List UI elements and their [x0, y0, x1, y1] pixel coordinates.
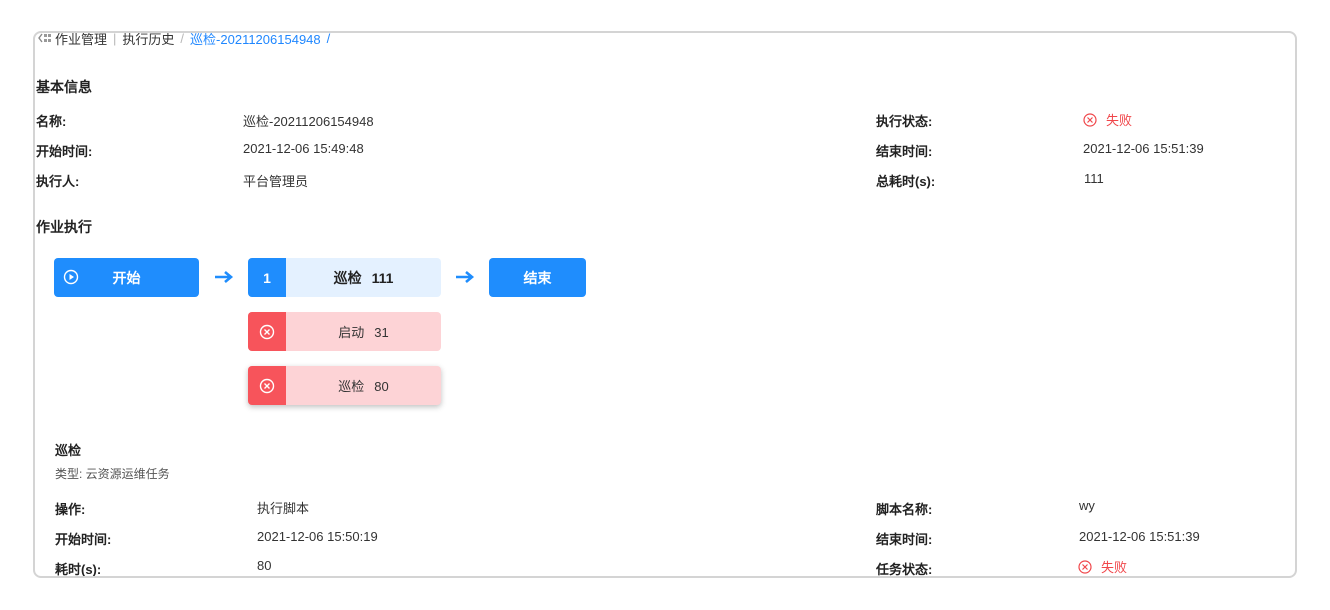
breadcrumb-execution-history[interactable]: 执行历史	[122, 33, 174, 48]
subtask-label: 启动 31	[286, 322, 441, 341]
subtask-label: 巡检 80	[286, 376, 441, 395]
back-grid-icon[interactable]	[38, 33, 52, 44]
operation-label: 操作:	[55, 502, 86, 517]
fail-circle-icon	[1078, 559, 1092, 574]
detail-start-label: 开始时间:	[55, 532, 112, 547]
job-execution-title: 作业执行	[36, 219, 92, 235]
task-name: 巡检	[333, 269, 362, 286]
subtask-node-startup[interactable]: 启动 31	[248, 312, 441, 351]
subtask-name: 巡检	[338, 379, 365, 394]
task-status-label: 任务状态:	[876, 562, 933, 577]
flow-task-node[interactable]: 1 巡检 111	[248, 258, 441, 297]
total-duration-label: 总耗时(s):	[876, 174, 936, 189]
task-time: 111	[371, 269, 394, 286]
subtask-node-inspection[interactable]: 巡检 80	[248, 366, 441, 405]
flow-start-label: 开始	[112, 269, 141, 286]
task-status-value: 失败	[1101, 560, 1128, 575]
fail-circle-icon	[248, 366, 286, 405]
job-history-detail-card: 作业管理 | 执行历史 / 巡检-20211206154948 / 基本信息 名…	[33, 31, 1297, 578]
exec-status-value: 失败	[1106, 113, 1133, 128]
executor-label: 执行人:	[36, 174, 80, 189]
detail-end-label: 结束时间:	[876, 532, 933, 547]
subtask-name: 启动	[338, 325, 365, 340]
flow-start-node[interactable]: 开始	[54, 258, 199, 297]
breadcrumb-slash: /	[180, 31, 185, 46]
detail-end-value: 2021-12-06 15:51:39	[1079, 529, 1200, 544]
exec-status-badge: 失败	[1083, 110, 1132, 129]
total-duration-value: 111	[1084, 171, 1104, 186]
flow-end-node[interactable]: 结束	[489, 258, 586, 297]
detail-duration-label: 耗时(s):	[55, 562, 102, 577]
fail-circle-icon	[248, 312, 286, 351]
breadcrumb-current[interactable]: 巡检-20211206154948	[190, 33, 321, 48]
detail-duration-value: 80	[257, 558, 272, 573]
start-time-label: 开始时间:	[36, 144, 93, 159]
breadcrumb: 作业管理 | 执行历史 / 巡检-20211206154948 /	[38, 31, 336, 48]
subtask-time: 31	[374, 325, 389, 340]
task-status-badge: 失败	[1078, 557, 1127, 576]
exec-status-label: 执行状态:	[876, 114, 933, 129]
script-name-value: wy	[1079, 498, 1095, 513]
name-label: 名称:	[36, 114, 67, 129]
arrow-right-icon	[215, 271, 234, 283]
end-time-value: 2021-12-06 15:51:39	[1083, 141, 1204, 156]
fail-circle-icon	[1083, 112, 1097, 127]
detail-start-value: 2021-12-06 15:50:19	[257, 529, 378, 544]
breadcrumb-slash-trailing: /	[326, 31, 331, 46]
detail-type: 类型: 云资源运维任务	[55, 467, 170, 481]
task-label: 巡检 111	[286, 268, 441, 288]
detail-title: 巡检	[55, 443, 82, 458]
name-value: 巡检-20211206154948	[243, 114, 374, 129]
basic-info-title: 基本信息	[36, 79, 92, 95]
breadcrumb-divider: |	[113, 31, 117, 46]
arrow-right-icon	[456, 271, 475, 283]
end-time-label: 结束时间:	[876, 144, 933, 159]
subtask-time: 80	[374, 379, 389, 394]
task-index-badge: 1	[248, 258, 286, 297]
operation-value: 执行脚本	[257, 501, 310, 516]
script-name-label: 脚本名称:	[876, 502, 933, 517]
breadcrumb-job-management[interactable]: 作业管理	[55, 33, 107, 48]
start-time-value: 2021-12-06 15:49:48	[243, 141, 364, 156]
executor-value: 平台管理员	[243, 174, 309, 189]
